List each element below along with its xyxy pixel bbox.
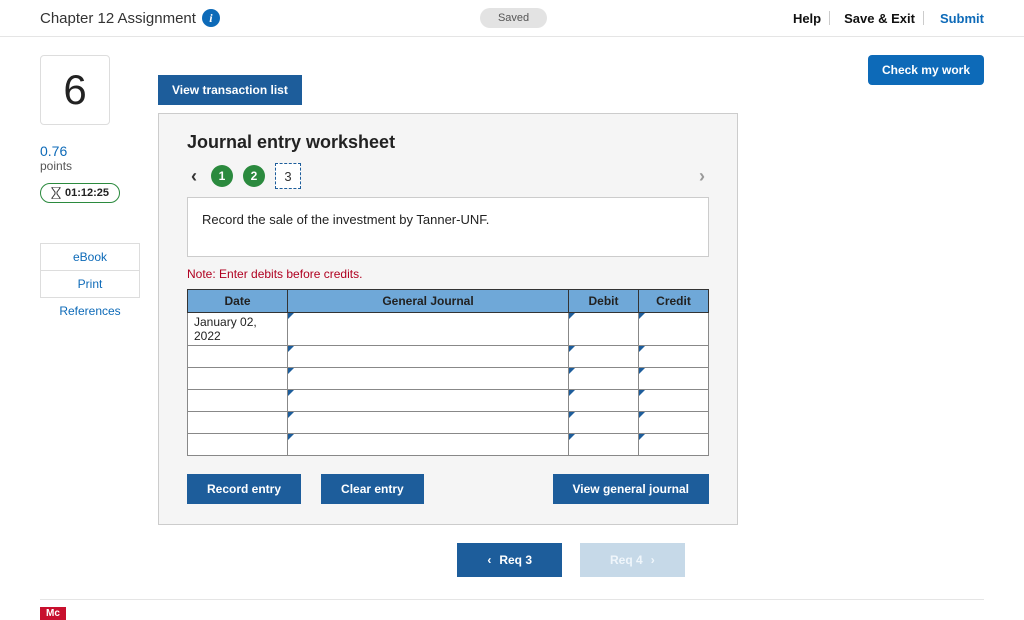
cell-debit[interactable] [569, 346, 639, 368]
chevron-left-icon[interactable]: ‹ [187, 166, 201, 187]
table-row [188, 390, 709, 412]
cell-date[interactable]: January 02, 2022 [188, 313, 288, 346]
view-general-journal-button[interactable]: View general journal [553, 474, 709, 504]
print-link[interactable]: Print [40, 271, 140, 298]
top-bar: Chapter 12 Assignment i Saved Help Save … [0, 0, 1024, 37]
cell-date[interactable] [188, 434, 288, 456]
dropdown-indicator-icon [569, 390, 575, 396]
cell-gj[interactable] [288, 434, 569, 456]
dropdown-indicator-icon [569, 412, 575, 418]
dropdown-indicator-icon [288, 313, 294, 319]
saved-badge: Saved [480, 8, 547, 28]
table-row [188, 368, 709, 390]
col-header-general-journal: General Journal [288, 290, 569, 313]
next-req-button: Req 4 › [580, 543, 685, 577]
dropdown-indicator-icon [639, 412, 645, 418]
assignment-title: Chapter 12 Assignment [40, 10, 196, 27]
dropdown-indicator-icon [639, 346, 645, 352]
prev-req-button[interactable]: ‹ Req 3 [457, 543, 562, 577]
cell-gj[interactable] [288, 346, 569, 368]
col-header-debit: Debit [569, 290, 639, 313]
dropdown-indicator-icon [639, 434, 645, 440]
main-content: Check my work View transaction list Jour… [158, 55, 984, 583]
cell-credit[interactable] [639, 390, 709, 412]
brand-tag: Mc [40, 607, 66, 620]
chevron-right-icon[interactable]: › [695, 166, 709, 187]
table-row [188, 412, 709, 434]
dropdown-indicator-icon [288, 390, 294, 396]
table-row: January 02, 2022 [188, 313, 709, 346]
save-exit-link[interactable]: Save & Exit [844, 11, 915, 26]
timer-badge: 01:12:25 [40, 183, 120, 203]
cell-credit[interactable] [639, 346, 709, 368]
question-number-box: 6 [40, 55, 110, 125]
cell-debit[interactable] [569, 412, 639, 434]
cell-debit[interactable] [569, 368, 639, 390]
cell-date[interactable] [188, 390, 288, 412]
points-label: points [40, 159, 140, 173]
step-2[interactable]: 2 [243, 165, 265, 187]
footer: Mc [40, 599, 984, 620]
cell-date[interactable] [188, 346, 288, 368]
instruction-box: Record the sale of the investment by Tan… [187, 197, 709, 257]
journal-table: Date General Journal Debit Credit Januar… [187, 289, 709, 456]
dropdown-indicator-icon [639, 313, 645, 319]
dropdown-indicator-icon [569, 368, 575, 374]
dropdown-indicator-icon [288, 368, 294, 374]
dropdown-indicator-icon [288, 346, 294, 352]
next-req-label: Req 4 [610, 553, 643, 567]
dropdown-indicator-icon [639, 368, 645, 374]
dropdown-indicator-icon [569, 434, 575, 440]
table-row [188, 434, 709, 456]
dropdown-indicator-icon [288, 434, 294, 440]
sidebar: 6 0.76 points 01:12:25 eBook Print Refer… [40, 55, 140, 583]
clear-entry-button[interactable]: Clear entry [321, 474, 424, 504]
chevron-left-icon: ‹ [487, 553, 491, 567]
hourglass-icon [51, 187, 61, 199]
cell-debit[interactable] [569, 313, 639, 346]
step-3-current[interactable]: 3 [275, 163, 301, 189]
cell-debit[interactable] [569, 434, 639, 456]
dropdown-indicator-icon [569, 313, 575, 319]
view-transaction-list-button[interactable]: View transaction list [158, 75, 302, 105]
cell-credit[interactable] [639, 434, 709, 456]
cell-credit[interactable] [639, 368, 709, 390]
col-header-date: Date [188, 290, 288, 313]
cell-date[interactable] [188, 412, 288, 434]
cell-gj[interactable] [288, 390, 569, 412]
dropdown-indicator-icon [569, 346, 575, 352]
cell-debit[interactable] [569, 390, 639, 412]
worksheet-title: Journal entry worksheet [187, 132, 709, 153]
note-text: Note: Enter debits before credits. [187, 267, 709, 281]
table-row [188, 346, 709, 368]
record-entry-button[interactable]: Record entry [187, 474, 301, 504]
col-header-credit: Credit [639, 290, 709, 313]
timer-value: 01:12:25 [65, 187, 109, 199]
divider [829, 11, 830, 25]
cell-gj[interactable] [288, 313, 569, 346]
points-value: 0.76 [40, 143, 140, 159]
cell-credit[interactable] [639, 412, 709, 434]
help-link[interactable]: Help [793, 11, 821, 26]
references-link[interactable]: References [40, 298, 140, 324]
cell-credit[interactable] [639, 313, 709, 346]
submit-link[interactable]: Submit [940, 11, 984, 26]
prev-req-label: Req 3 [499, 553, 532, 567]
chevron-right-icon: › [651, 553, 655, 567]
dropdown-indicator-icon [639, 390, 645, 396]
cell-date[interactable] [188, 368, 288, 390]
step-1[interactable]: 1 [211, 165, 233, 187]
divider [923, 11, 924, 25]
dropdown-indicator-icon [288, 412, 294, 418]
step-nav: ‹ 1 2 3 › [187, 163, 709, 189]
check-my-work-button[interactable]: Check my work [868, 55, 984, 85]
cell-gj[interactable] [288, 368, 569, 390]
info-icon[interactable]: i [202, 9, 220, 27]
requirement-nav: ‹ Req 3 Req 4 › [158, 543, 984, 577]
cell-gj[interactable] [288, 412, 569, 434]
worksheet-panel: Journal entry worksheet ‹ 1 2 3 › Record… [158, 113, 738, 525]
ebook-link[interactable]: eBook [40, 243, 140, 271]
